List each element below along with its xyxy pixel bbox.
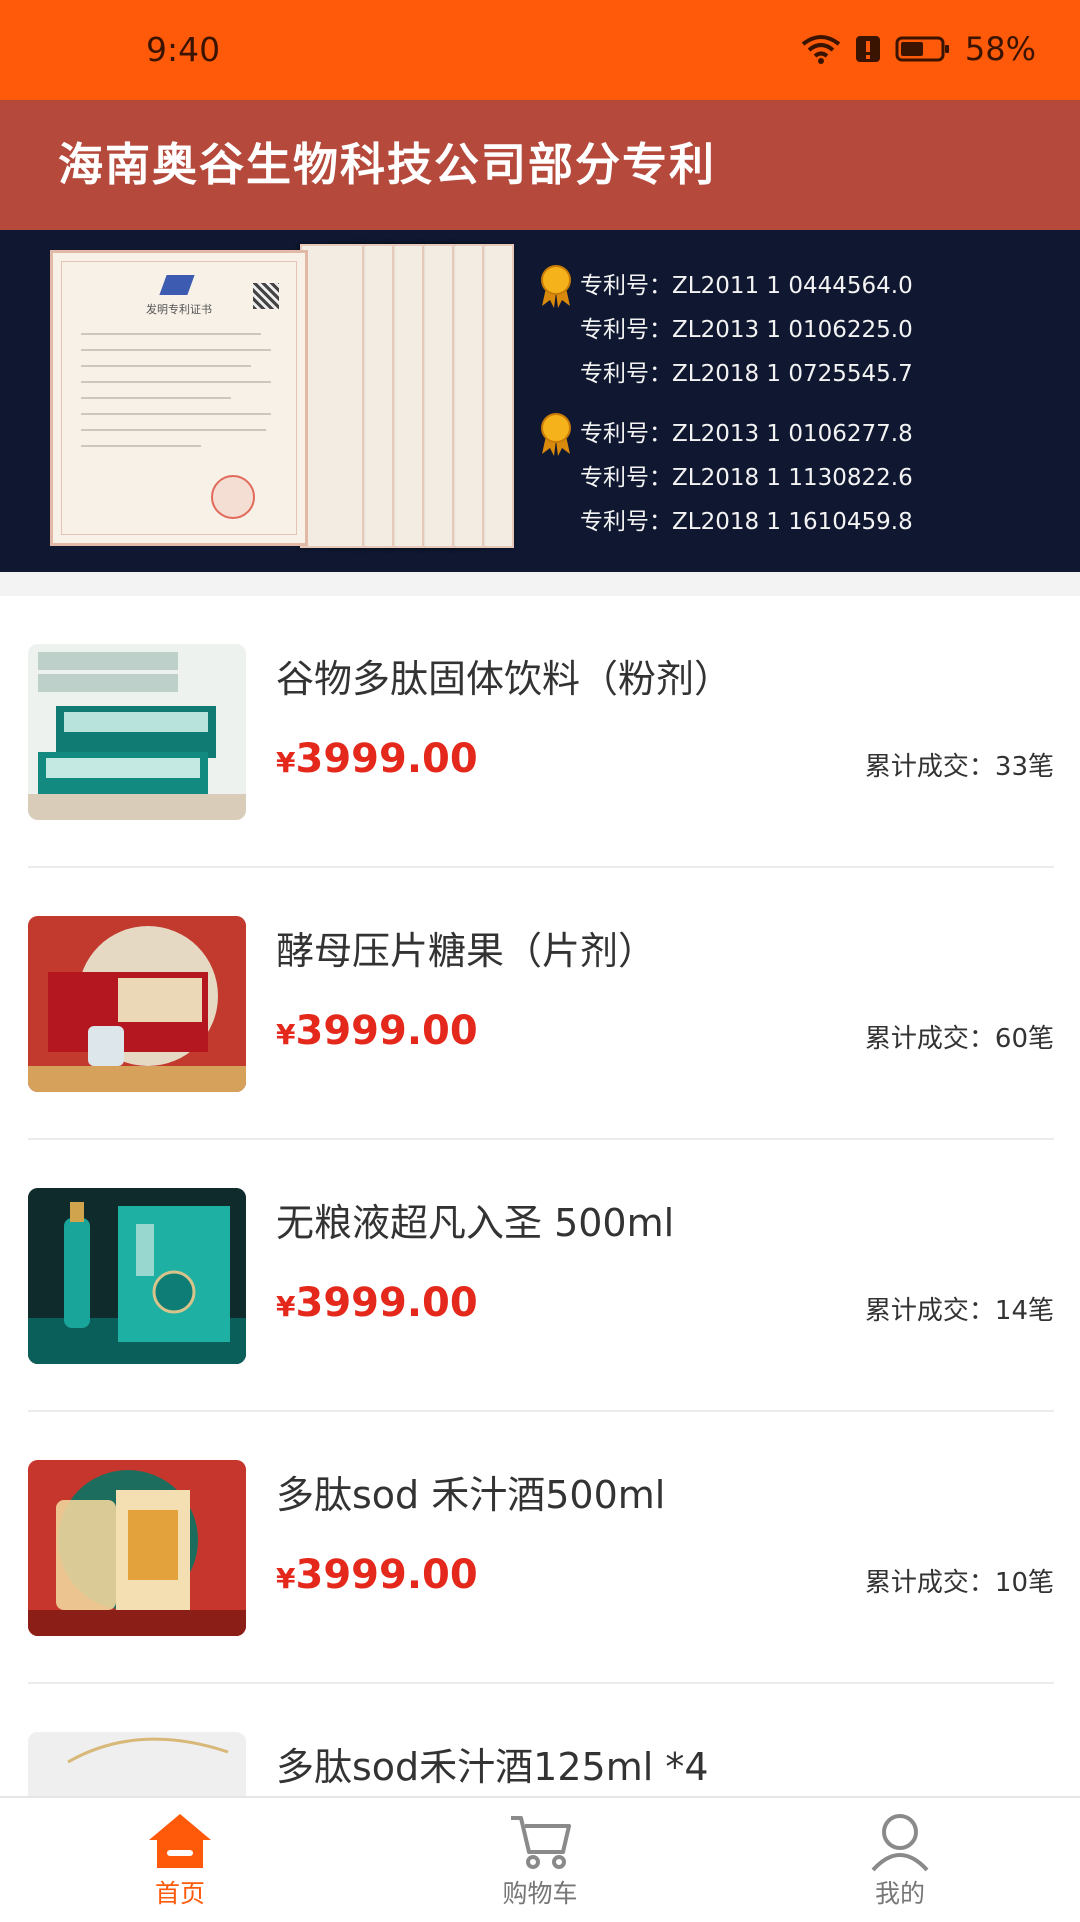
user-icon [871, 1814, 929, 1872]
product-price: ¥3999.00 [276, 1280, 478, 1326]
product-name: 谷物多肽固体饮料（粉剂） [276, 657, 733, 701]
patent-number: 专利号：ZL2018 1 1610459.8 [580, 509, 913, 535]
product-list[interactable]: 谷物多肽固体饮料（粉剂） ¥3999.00 累计成交：33笔 酵母压片糖果（片剂… [0, 596, 1080, 1796]
product-price: ¥3999.00 [276, 1552, 478, 1598]
alert-icon [855, 35, 881, 63]
product-image [28, 644, 246, 820]
battery-icon [895, 35, 951, 63]
home-icon [149, 1814, 211, 1868]
section-divider [0, 572, 1080, 596]
patent-list: 专利号：ZL2011 1 0444564.0 专利号：ZL2013 1 0106… [536, 264, 1056, 544]
tab-label: 购物车 [502, 1879, 578, 1908]
product-name: 无粮液超凡入圣 500ml [276, 1201, 675, 1245]
tab-label: 我的 [874, 1879, 925, 1908]
certificate-stack-image: 发明专利证书 [50, 244, 520, 554]
banner-title: 海南奥谷生物科技公司部分专利 [0, 100, 1080, 230]
product-sales: 累计成交：60笔 [864, 1024, 1054, 1054]
tab-label: 首页 [154, 1879, 205, 1908]
patent-certificate: 发明专利证书 [50, 250, 308, 546]
product-image [28, 1732, 246, 1796]
patent-banner[interactable]: 发明专利证书 专利号：ZL2011 1 0444564.0 专利号：ZL2013… [0, 230, 1080, 572]
cart-icon [511, 1816, 571, 1869]
product-name: 多肽sod禾汁酒125ml *4 [276, 1745, 709, 1789]
patent-number: 专利号：ZL2011 1 0444564.0 [536, 264, 1056, 308]
product-item[interactable]: 多肽sod禾汁酒125ml *4 [28, 1684, 1054, 1796]
product-name: 酵母压片糖果（片剂） [276, 929, 657, 973]
product-item[interactable]: 谷物多肽固体饮料（粉剂） ¥3999.00 累计成交：33笔 [28, 596, 1054, 868]
tab-mine[interactable]: 我的 [810, 1810, 990, 1910]
product-image [28, 916, 246, 1092]
patent-number: 专利号：ZL2013 1 0106225.0 [580, 317, 913, 343]
product-image [28, 1188, 246, 1364]
status-icons: 58% [801, 30, 1036, 68]
product-item[interactable]: 多肽sod 禾汁酒500ml ¥3999.00 累计成交：10笔 [28, 1412, 1054, 1684]
product-price: ¥3999.00 [276, 736, 478, 782]
product-name: 多肽sod 禾汁酒500ml [276, 1473, 666, 1517]
tab-cart[interactable]: 购物车 [450, 1810, 630, 1910]
status-bar: 9:40 58% [0, 0, 1080, 100]
tab-home[interactable]: 首页 [90, 1810, 270, 1910]
product-image [28, 1460, 246, 1636]
patent-number: 专利号：ZL2013 1 0106277.8 [536, 412, 1056, 456]
status-time: 9:40 [146, 30, 221, 69]
patent-number: 专利号：ZL2018 1 0725545.7 [580, 361, 913, 387]
product-sales: 累计成交：10笔 [864, 1568, 1054, 1598]
product-item[interactable]: 酵母压片糖果（片剂） ¥3999.00 累计成交：60笔 [28, 868, 1054, 1140]
bottom-tab-bar: 首页 购物车 我的 [0, 1796, 1080, 1922]
seal-icon [211, 475, 255, 519]
product-price: ¥3999.00 [276, 1008, 478, 1054]
product-sales: 累计成交：14笔 [864, 1296, 1054, 1326]
certificate-title: 发明专利证书 [146, 303, 212, 316]
battery-percent: 58% [964, 30, 1036, 68]
product-sales: 累计成交：33笔 [864, 752, 1054, 782]
wifi-icon [801, 34, 841, 64]
patent-number: 专利号：ZL2018 1 1130822.6 [580, 465, 913, 491]
product-item[interactable]: 无粮液超凡入圣 500ml ¥3999.00 累计成交：14笔 [28, 1140, 1054, 1412]
